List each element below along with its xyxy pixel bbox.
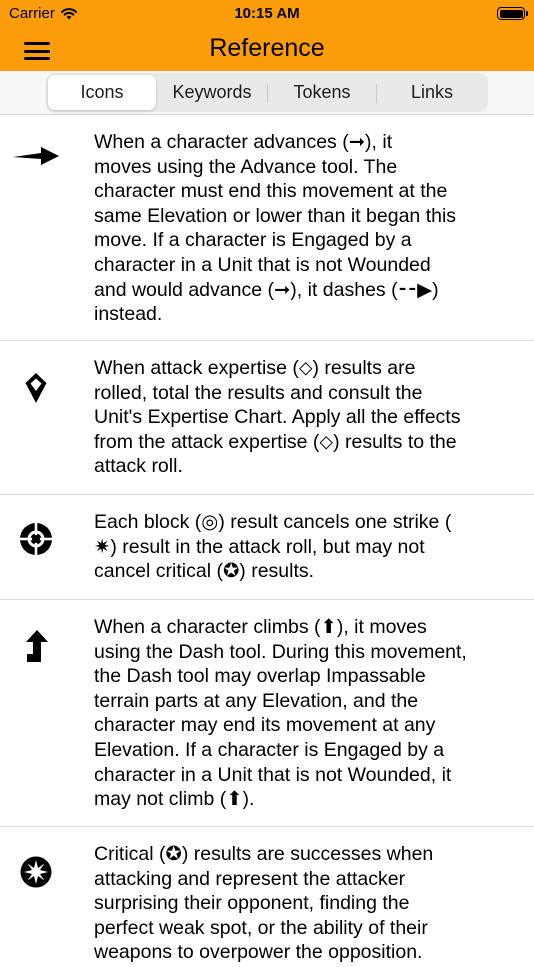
row-description: Each block (◎) result cancels one strike… xyxy=(94,511,452,583)
attack-expertise-icon xyxy=(12,364,60,412)
segmented-control: Icons Keywords Tokens Links xyxy=(46,73,488,112)
critical-icon xyxy=(12,848,60,896)
tab-links[interactable]: Links xyxy=(378,75,486,110)
row-description: Critical (✪) results are successes when … xyxy=(94,843,434,964)
list-item[interactable]: Each block (◎) result cancels one strike… xyxy=(0,495,534,600)
tab-icons[interactable]: Icons xyxy=(48,75,156,110)
status-bar: Carrier 10:15 AM xyxy=(0,0,534,28)
list-item[interactable]: When a character climbs (⬆), it moves us… xyxy=(0,600,534,827)
row-description: When a character advances (➞), it moves … xyxy=(94,131,457,326)
battery-fill xyxy=(499,9,523,18)
battery-icon xyxy=(497,7,528,20)
app-header: Carrier 10:15 AM Reference xyxy=(0,0,534,71)
segment-divider xyxy=(376,84,377,103)
reference-list: When a character advances (➞), it moves … xyxy=(0,115,534,967)
climb-icon xyxy=(12,622,60,670)
status-time: 10:15 AM xyxy=(234,5,300,22)
page-title: Reference xyxy=(209,34,325,62)
list-item[interactable]: Critical (✪) results are successes when … xyxy=(0,827,534,967)
tab-keywords[interactable]: Keywords xyxy=(158,75,266,110)
row-description: When a character climbs (⬆), it moves us… xyxy=(94,616,467,811)
tab-tokens[interactable]: Tokens xyxy=(268,75,376,110)
list-item[interactable]: When a character advances (➞), it moves … xyxy=(0,115,534,341)
battery-cap xyxy=(526,11,528,16)
list-item[interactable]: When attack expertise (⬦) results are ro… xyxy=(0,341,534,495)
block-icon xyxy=(12,515,60,563)
segment-bar: Icons Keywords Tokens Links xyxy=(0,71,534,115)
row-description: When attack expertise (⬦) results are ro… xyxy=(94,357,461,478)
advance-arrow-icon xyxy=(12,132,60,180)
